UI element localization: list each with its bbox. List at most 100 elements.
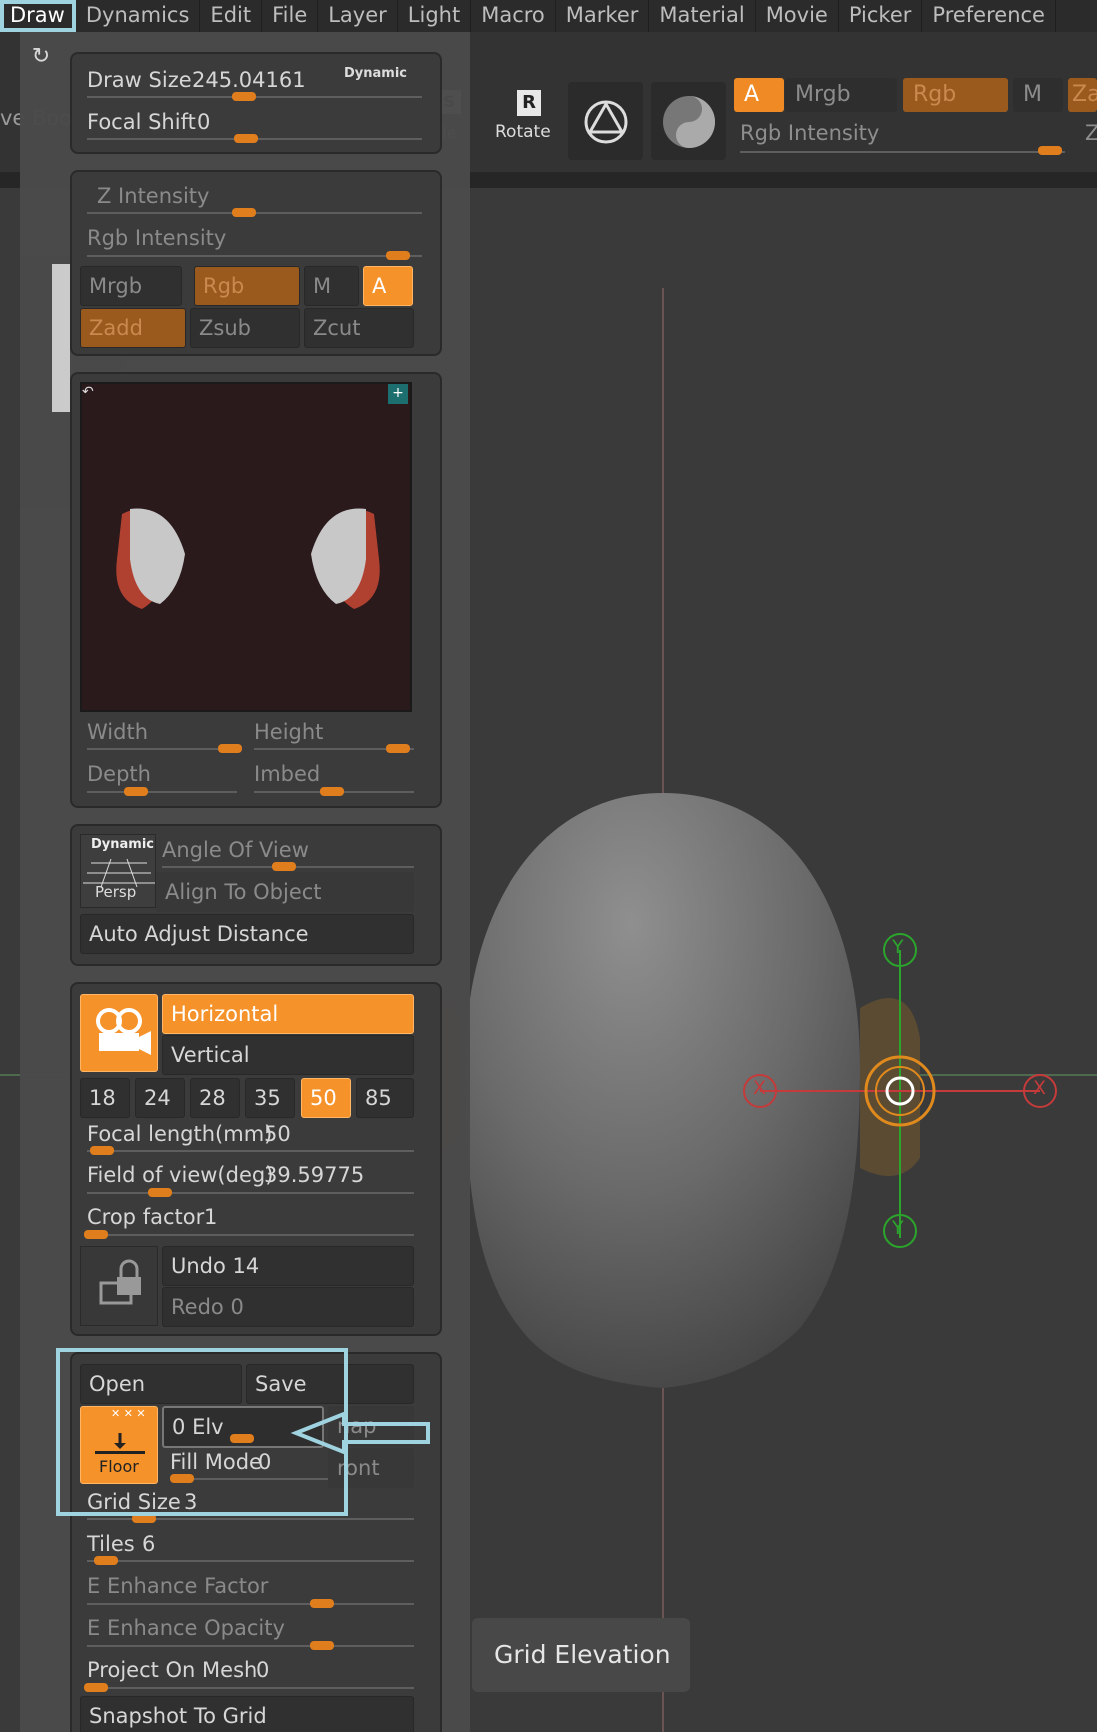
gizmo-x-left-label: X — [753, 1077, 767, 1099]
toolbar-mrgb-button[interactable]: Mrgb — [785, 78, 897, 112]
depth-slider[interactable] — [87, 791, 237, 793]
tiles-value: 6 — [142, 1532, 156, 1556]
vertical-button[interactable]: Vertical — [162, 1035, 414, 1075]
camera-icon — [96, 1008, 151, 1055]
zadd-button[interactable]: Zadd — [80, 308, 186, 348]
material-sphere-icon — [663, 96, 715, 148]
menu-material[interactable]: Material — [649, 0, 756, 32]
alpha-preview-image — [116, 508, 380, 609]
zcut-button[interactable]: Zcut — [304, 308, 414, 348]
menu-dynamics[interactable]: Dynamics — [76, 0, 201, 32]
annotation-arrow-icon — [290, 1411, 430, 1455]
persp-button[interactable]: Dynamic Persp — [80, 834, 156, 908]
horizontal-button[interactable]: Horizontal — [162, 994, 414, 1034]
zbrush-window: Y Y X X Grid Elevation ve Bool S cale R … — [0, 0, 1097, 1732]
toolbar-rgb-intensity-slider[interactable] — [740, 151, 1065, 153]
a-button[interactable]: A — [363, 266, 413, 306]
menu-picker[interactable]: Picker — [839, 0, 923, 32]
menu-draw[interactable]: Draw — [0, 0, 76, 32]
focal-preset-50[interactable]: 50 — [301, 1078, 351, 1118]
imbed-label: Imbed — [254, 762, 321, 786]
material-button[interactable] — [651, 82, 726, 160]
focal-length-label: Focal length(mm) — [87, 1122, 273, 1146]
crop-factor-slider[interactable] — [87, 1234, 414, 1236]
refresh-icon[interactable]: ↻ — [28, 44, 54, 70]
polyframe-icon — [584, 100, 628, 144]
camera-lock-button[interactable] — [80, 1246, 158, 1326]
snapshot-to-grid-button[interactable]: Snapshot To Grid — [80, 1696, 414, 1732]
menu-layer[interactable]: Layer — [318, 0, 398, 32]
menu-edit[interactable]: Edit — [200, 0, 263, 32]
tiles-slider[interactable] — [87, 1560, 414, 1562]
focal-shift-value: 0 — [197, 110, 211, 134]
mrgb-button[interactable]: Mrgb — [80, 266, 182, 306]
depth-label: Depth — [87, 762, 151, 786]
align-to-object-button[interactable]: Align To Object — [156, 872, 414, 912]
menu-marker[interactable]: Marker — [556, 0, 650, 32]
draw-size-label: Draw Size — [87, 68, 192, 92]
e-enhance-factor-label: E Enhance Factor — [87, 1574, 269, 1598]
menu-movie[interactable]: Movie — [756, 0, 839, 32]
gizmo-x-right-label: X — [1033, 1077, 1047, 1099]
rgb-intensity-slider[interactable] — [87, 255, 422, 257]
toolbar-m-button[interactable]: M — [1013, 78, 1063, 112]
auto-adjust-distance-button[interactable]: Auto Adjust Distance — [80, 914, 414, 954]
draw-size-group: Draw Size 245.04161 Dynamic Focal Shift … — [70, 52, 442, 154]
tiles-label: Tiles — [87, 1532, 135, 1556]
focal-shift-label: Focal Shift — [87, 110, 196, 134]
menu-preference[interactable]: Preference — [922, 0, 1056, 32]
focal-preset-24[interactable]: 24 — [135, 1078, 185, 1118]
crop-factor-value: 1 — [204, 1205, 218, 1229]
focal-length-value: 50 — [264, 1122, 291, 1146]
gizmo-y-bottom-label: Y — [892, 1217, 904, 1239]
persp-group: Dynamic Persp Angle Of View Align To Obj… — [70, 824, 442, 966]
alpha-group: + ↶ Width Height Depth Imbed — [70, 372, 442, 808]
draw-size-value: 245.04161 — [192, 68, 306, 92]
menu-light[interactable]: Light — [398, 0, 472, 32]
focal-preset-18[interactable]: 18 — [80, 1078, 130, 1118]
add-icon[interactable]: + — [388, 384, 408, 404]
dynamic-tag[interactable]: Dynamic — [344, 66, 407, 81]
e-enhance-opacity-slider[interactable] — [87, 1645, 414, 1647]
zsub-button[interactable]: Zsub — [190, 308, 300, 348]
intensity-group: Z Intensity Rgb Intensity Mrgb Rgb M A Z… — [70, 170, 442, 356]
width-slider[interactable] — [87, 748, 237, 750]
rgb-intensity-label: Rgb Intensity — [87, 226, 227, 250]
camera-button[interactable] — [80, 994, 158, 1072]
menubar: Draw Dynamics Edit File Layer Light Macr… — [0, 0, 1097, 32]
polyframe-button[interactable] — [568, 82, 643, 160]
project-on-mesh-slider[interactable] — [87, 1687, 414, 1689]
angle-of-view-label: Angle Of View — [162, 838, 309, 862]
toolbar-za-button[interactable]: Za — [1068, 78, 1097, 112]
toolbar-rgb-intensity-label: Rgb Intensity — [740, 121, 880, 145]
undo-button[interactable]: Undo 14 — [162, 1246, 414, 1286]
camera-lock-icon — [99, 1259, 141, 1305]
redo-button[interactable]: Redo 0 — [162, 1287, 414, 1327]
fov-label: Field of view(deg) — [87, 1163, 274, 1187]
tooltip-text: Grid Elevation — [494, 1640, 671, 1669]
toolbar-a-button[interactable]: A — [734, 78, 784, 112]
menu-macro[interactable]: Macro — [471, 0, 556, 32]
focal-preset-28[interactable]: 28 — [190, 1078, 240, 1118]
camera-group: Horizontal Vertical 18 24 28 35 50 85 Fo… — [70, 982, 442, 1336]
palette-scroll-strip[interactable] — [52, 264, 70, 412]
gizmo-y-top-label: Y — [892, 936, 904, 958]
menu-file[interactable]: File — [262, 0, 319, 32]
focal-preset-85[interactable]: 85 — [356, 1078, 414, 1118]
e-enhance-factor-slider[interactable] — [87, 1603, 414, 1605]
toolbar-z-partial: Z — [1085, 121, 1097, 145]
swap-icon[interactable]: ↶ — [82, 384, 102, 404]
height-label: Height — [254, 720, 324, 744]
rotate-icon: R — [517, 90, 541, 116]
focal-preset-35[interactable]: 35 — [245, 1078, 295, 1118]
focal-length-slider[interactable] — [87, 1150, 414, 1152]
m-button[interactable]: M — [304, 266, 359, 306]
rgb-button[interactable]: Rgb — [194, 266, 300, 306]
rotate-button[interactable]: R Rotate — [493, 88, 553, 160]
crop-factor-label: Crop factor — [87, 1205, 205, 1229]
alpha-preview[interactable] — [80, 382, 412, 712]
project-on-mesh-label: Project On Mesh — [87, 1658, 258, 1682]
fov-value: 39.59775 — [264, 1163, 365, 1187]
toolbar-rgb-button[interactable]: Rgb — [903, 78, 1008, 112]
fov-slider[interactable] — [87, 1192, 414, 1194]
